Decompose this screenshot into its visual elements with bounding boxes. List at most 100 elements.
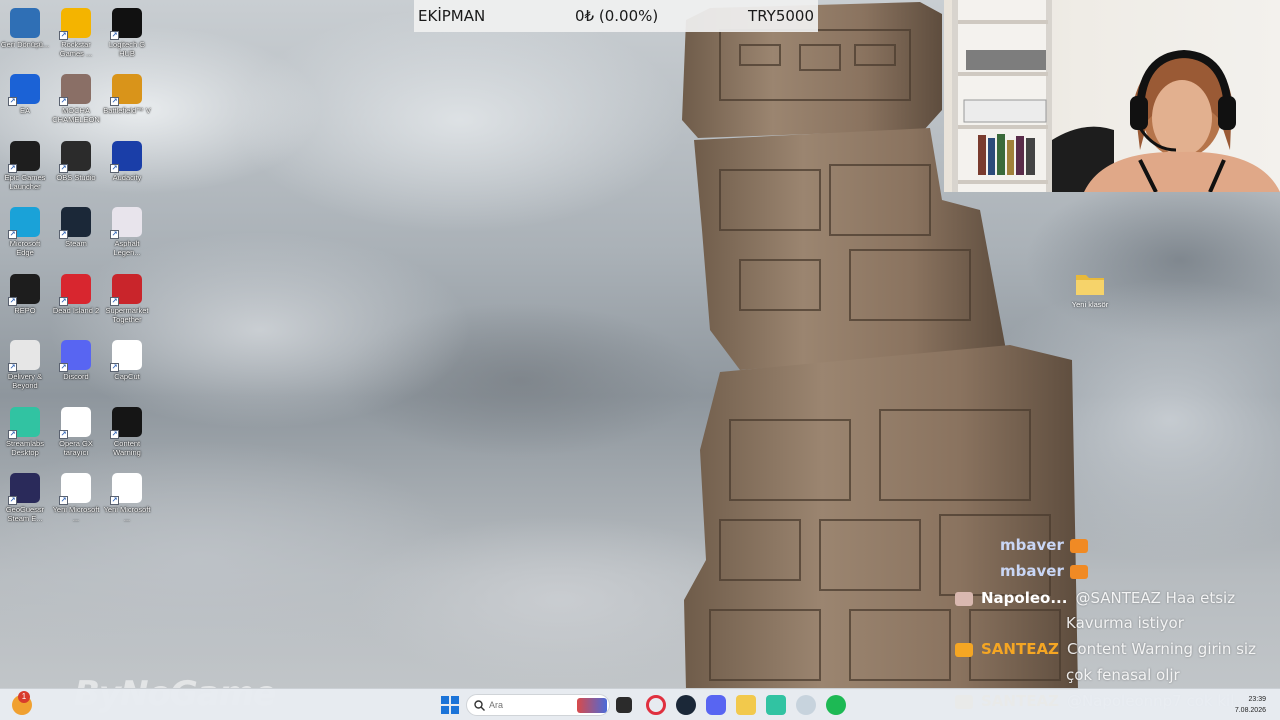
- desktop-shortcut-label: Epic Games Launcher: [4, 173, 46, 191]
- content-warning-icon: ↗: [110, 407, 142, 439]
- desktop-shortcut[interactable]: ↗ Epic Games Launcher: [0, 137, 50, 191]
- shortcut-arrow-icon: ↗: [8, 230, 17, 239]
- chat-text: Kavurma istiyor: [1066, 614, 1184, 632]
- ea-icon: ↗: [8, 74, 40, 106]
- chat-username[interactable]: mbaver: [1000, 562, 1064, 580]
- desktop-shortcut-label: Supermarket Together: [105, 306, 149, 324]
- desktop-shortcut[interactable]: ↗ Supermarket Together: [102, 270, 152, 324]
- desktop-shortcut[interactable]: ↗ CapCut: [102, 336, 152, 381]
- shortcut-arrow-icon: ↗: [59, 230, 68, 239]
- desktop-shortcut-label: GeoGuessr Steam E...: [5, 505, 45, 523]
- desktop-shortcut-label: MOCHA CHAMELEON: [52, 106, 100, 124]
- word-icon: ↗: [110, 473, 142, 505]
- chat-message: SANTEAZ Content Warning girin siz: [955, 640, 1256, 658]
- desktop-shortcut-label: Yeni Microsoft ...: [52, 505, 100, 523]
- desktop-shortcut[interactable]: ↗ EA: [0, 70, 50, 115]
- battlefield-icon: ↗: [110, 74, 142, 106]
- desktop-shortcut-label: Audacity: [112, 173, 142, 182]
- shortcut-arrow-icon: ↗: [110, 230, 119, 239]
- settings-taskbar-icon[interactable]: [796, 695, 816, 715]
- file-explorer-icon[interactable]: [736, 695, 756, 715]
- pixel-badge-icon: [955, 591, 973, 606]
- steam-icon: ↗: [59, 207, 91, 239]
- desktop-shortcut[interactable]: ↗ OBS Studio: [51, 137, 101, 182]
- shortcut-arrow-icon: ↗: [59, 430, 68, 439]
- desktop-shortcut[interactable]: ↗ Yeni Microsoft ...: [51, 469, 101, 523]
- cat-badge-icon: [1069, 538, 1088, 553]
- shortcut-arrow-icon: ↗: [8, 297, 17, 306]
- chat-message: çok fenasal oljr: [1066, 666, 1180, 684]
- desktop-shortcut[interactable]: ↗ Asphalt Legen...: [102, 203, 152, 257]
- desktop-shortcut[interactable]: ↗ Dead Island 2: [51, 270, 101, 315]
- desktop-shortcut[interactable]: ↗ Yeni Microsoft ...: [102, 469, 152, 523]
- spotify-taskbar-icon[interactable]: [826, 695, 846, 715]
- capcut-icon: ↗: [110, 340, 142, 372]
- chat-username[interactable]: Napoleo...: [981, 589, 1067, 607]
- audacity-icon: ↗: [110, 141, 142, 173]
- desktop-shortcut[interactable]: ↗ Opera GX tarayıcı: [51, 403, 101, 457]
- desktop-shortcut-label: Yeni Microsoft ...: [103, 505, 151, 523]
- desktop-shortcut-label: Geri Dönüşü...: [0, 40, 50, 49]
- desktop-shortcut-label: EA: [19, 106, 30, 115]
- chat-text: @SANTEAZ Haa etsiz: [1075, 589, 1236, 607]
- crown-badge-icon: [955, 642, 973, 657]
- desktop-shortcut-label: Content Warning: [113, 439, 141, 457]
- search-input[interactable]: [489, 698, 589, 712]
- start-button[interactable]: [440, 695, 460, 715]
- desktop-shortcut-label: CapCut: [114, 372, 140, 381]
- desktop-shortcut-label: Dead Island 2: [52, 306, 100, 315]
- desktop-shortcut[interactable]: ↗ MOCHA CHAMELEON: [51, 70, 101, 124]
- chat-message: Napoleo... @SANTEAZ Haa etsiz: [955, 589, 1235, 607]
- shortcut-arrow-icon: ↗: [8, 496, 17, 505]
- chat-username[interactable]: mbaver: [1000, 536, 1064, 554]
- shortcut-arrow-icon: ↗: [8, 430, 17, 439]
- desktop-shortcut[interactable]: ↗ Streamlabs Desktop: [0, 403, 50, 457]
- geoguessr-icon: ↗: [8, 473, 40, 505]
- search-icon: [474, 700, 485, 711]
- webcam-feed: [952, 0, 1280, 192]
- desktop-folder[interactable]: Yeni klasör: [1066, 272, 1114, 309]
- opera-gx-icon: ↗: [59, 407, 91, 439]
- desktop-shortcut[interactable]: ↗ Audacity: [102, 137, 152, 182]
- desktop-shortcut-label: OBS Studio: [56, 173, 96, 182]
- desktop-shortcut-label: Steam: [65, 239, 87, 248]
- taskbar-search[interactable]: [466, 694, 610, 716]
- shortcut-arrow-icon: ↗: [8, 363, 17, 372]
- clock-date: 7.08.2026: [1234, 707, 1266, 714]
- desktop-shortcut[interactable]: ↗ Content Warning: [102, 403, 152, 457]
- desktop-shortcut[interactable]: ↗ Microsoft Edge: [0, 203, 50, 257]
- desktop-shortcut[interactable]: Geri Dönüşü...: [0, 4, 50, 49]
- desktop-shortcut[interactable]: ↗ REPO: [0, 270, 50, 315]
- windows-icon: [441, 696, 459, 714]
- desktop-shortcut[interactable]: ↗ Battlefield™ V: [102, 70, 152, 115]
- asphalt-icon: ↗: [110, 207, 142, 239]
- desktop-shortcut[interactable]: ↗ Discord: [51, 336, 101, 381]
- streamlabs-icon: ↗: [8, 407, 40, 439]
- streamlabs-taskbar-icon[interactable]: [766, 695, 786, 715]
- shortcut-arrow-icon: ↗: [8, 97, 17, 106]
- dead-island-icon: ↗: [59, 274, 91, 306]
- task-view-icon[interactable]: [616, 697, 632, 713]
- cat-badge-icon: [1069, 564, 1088, 579]
- chat-username[interactable]: SANTEAZ: [981, 640, 1059, 658]
- stream-balance: 0₺ (0.00%): [575, 7, 659, 25]
- shortcut-arrow-icon: ↗: [59, 97, 68, 106]
- desktop-shortcut[interactable]: ↗ GeoGuessr Steam E...: [0, 469, 50, 523]
- desktop-shortcut[interactable]: ↗ Rockstar Games ...: [51, 4, 101, 58]
- search-highlight-icon: [577, 698, 607, 713]
- desktop-shortcut[interactable]: ↗ Logitech G HUB: [102, 4, 152, 58]
- steam-taskbar-icon[interactable]: [676, 695, 696, 715]
- shortcut-arrow-icon: ↗: [110, 496, 119, 505]
- desktop-shortcut[interactable]: ↗ Delivery & Beyond: [0, 336, 50, 390]
- discord-taskbar-icon[interactable]: [706, 695, 726, 715]
- desktop-shortcut-label: Asphalt Legen...: [113, 239, 141, 257]
- delivery-icon: ↗: [8, 340, 40, 372]
- epic-games-icon: ↗: [8, 141, 40, 173]
- opera-gx-taskbar-icon[interactable]: [646, 695, 666, 715]
- shortcut-arrow-icon: ↗: [59, 297, 68, 306]
- desktop-shortcut[interactable]: ↗ Steam: [51, 203, 101, 248]
- desktop-shortcut-label: Opera GX tarayıcı: [59, 439, 93, 457]
- taskbar-clock[interactable]: 23:39 7.08.2026: [1235, 694, 1266, 716]
- desktop-shortcut-label: Discord: [63, 372, 89, 381]
- shortcut-arrow-icon: ↗: [59, 496, 68, 505]
